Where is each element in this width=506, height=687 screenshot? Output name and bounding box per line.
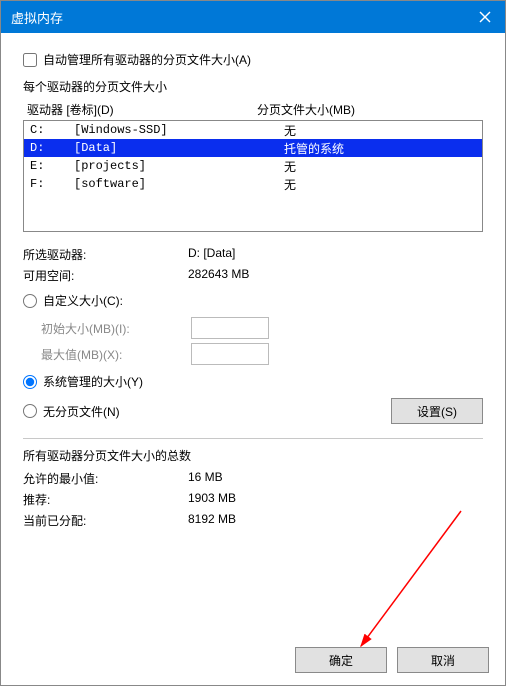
max-size-input[interactable] (191, 343, 269, 365)
drive-letter: D: (30, 141, 74, 155)
drive-label: [software] (74, 177, 284, 191)
min-label: 允许的最小值: (23, 470, 188, 487)
dialog-footer: 确定 取消 (295, 647, 489, 673)
drive-list-header: 驱动器 [卷标](D) 分页文件大小(MB) (23, 101, 483, 120)
per-drive-label: 每个驱动器的分页文件大小 (23, 78, 483, 95)
drive-size: 无 (284, 158, 476, 175)
drive-listbox[interactable]: C:[Windows-SSD]无D:[Data]托管的系统E:[projects… (23, 120, 483, 232)
free-space-row: 可用空间: 282643 MB (23, 267, 483, 284)
no-paging-radio[interactable]: 无分页文件(N) (23, 403, 120, 420)
initial-size-row: 初始大小(MB)(I): (41, 317, 483, 339)
drive-row[interactable]: D:[Data]托管的系统 (24, 139, 482, 157)
set-button[interactable]: 设置(S) (391, 398, 483, 424)
system-managed-input[interactable] (23, 375, 37, 389)
drive-row[interactable]: C:[Windows-SSD]无 (24, 121, 482, 139)
allocated-value: 8192 MB (188, 512, 483, 529)
titlebar: 虚拟内存 (1, 1, 505, 33)
initial-size-label: 初始大小(MB)(I): (41, 320, 191, 337)
drive-letter: E: (30, 159, 74, 173)
recommend-row: 推荐: 1903 MB (23, 491, 483, 508)
allocated-label: 当前已分配: (23, 512, 188, 529)
custom-size-input[interactable] (23, 294, 37, 308)
window-title: 虚拟内存 (11, 8, 465, 27)
cancel-button[interactable]: 取消 (397, 647, 489, 673)
drive-label: [projects] (74, 159, 284, 173)
max-size-row: 最大值(MB)(X): (41, 343, 483, 365)
close-icon (479, 11, 491, 23)
custom-size-radio[interactable]: 自定义大小(C): (23, 292, 483, 309)
no-paging-input[interactable] (23, 404, 37, 418)
drive-label: [Windows-SSD] (74, 123, 284, 137)
min-value: 16 MB (188, 470, 483, 487)
custom-size-label: 自定义大小(C): (43, 292, 123, 309)
drive-letter: F: (30, 177, 74, 191)
selected-drive-label: 所选驱动器: (23, 246, 188, 263)
separator (23, 438, 483, 439)
drive-size: 托管的系统 (284, 140, 476, 157)
free-space-label: 可用空间: (23, 267, 188, 284)
selected-drive-value: D: [Data] (188, 246, 483, 263)
recommend-value: 1903 MB (188, 491, 483, 508)
free-space-value: 282643 MB (188, 267, 483, 284)
drive-letter: C: (30, 123, 74, 137)
header-drive: 驱动器 [卷标](D) (27, 101, 257, 118)
ok-button[interactable]: 确定 (295, 647, 387, 673)
auto-manage-label: 自动管理所有驱动器的分页文件大小(A) (43, 51, 251, 68)
auto-manage-checkbox[interactable]: 自动管理所有驱动器的分页文件大小(A) (23, 51, 483, 68)
drive-size: 无 (284, 176, 476, 193)
auto-manage-input[interactable] (23, 53, 37, 67)
system-managed-label: 系统管理的大小(Y) (43, 373, 143, 390)
totals-label: 所有驱动器分页文件大小的总数 (23, 447, 483, 464)
close-button[interactable] (465, 1, 505, 33)
initial-size-input[interactable] (191, 317, 269, 339)
drive-label: [Data] (74, 141, 284, 155)
drive-row[interactable]: F:[software]无 (24, 175, 482, 193)
min-row: 允许的最小值: 16 MB (23, 470, 483, 487)
drive-row[interactable]: E:[projects]无 (24, 157, 482, 175)
drive-size: 无 (284, 122, 476, 139)
max-size-label: 最大值(MB)(X): (41, 346, 191, 363)
header-size: 分页文件大小(MB) (257, 101, 479, 118)
selected-drive-row: 所选驱动器: D: [Data] (23, 246, 483, 263)
allocated-row: 当前已分配: 8192 MB (23, 512, 483, 529)
no-paging-label: 无分页文件(N) (43, 403, 120, 420)
recommend-label: 推荐: (23, 491, 188, 508)
system-managed-radio[interactable]: 系统管理的大小(Y) (23, 373, 483, 390)
